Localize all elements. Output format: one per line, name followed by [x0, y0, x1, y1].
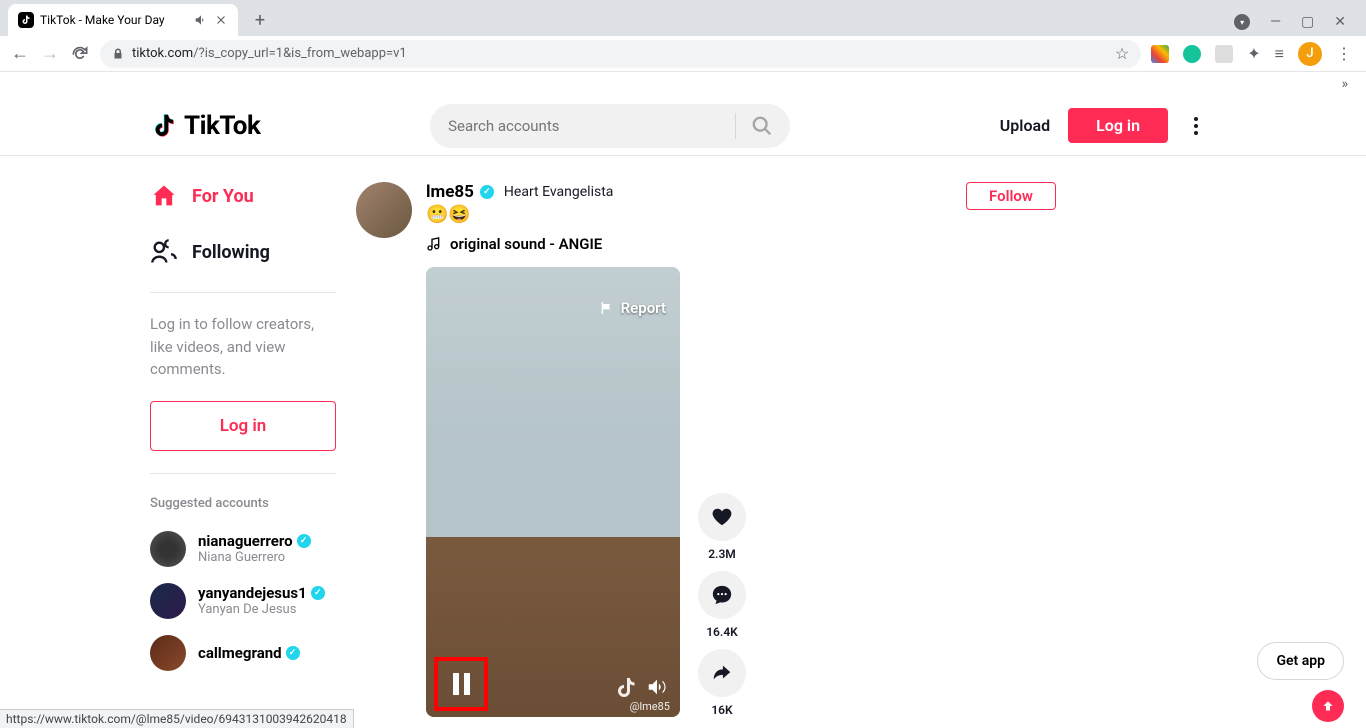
account-username: callmegrand — [198, 644, 282, 662]
tab-title: TikTok - Make Your Day — [40, 13, 188, 27]
bookmark-star-icon[interactable]: ☆ — [1115, 44, 1129, 63]
feed: lme85 Heart Evangelista 😬😆 original soun… — [356, 168, 1366, 717]
address-bar-row: ← → tiktok.com/?is_copy_url=1&is_from_we… — [0, 36, 1366, 72]
share-count: 16K — [698, 703, 746, 717]
arrow-up-icon — [1320, 698, 1336, 714]
avatar — [150, 635, 186, 671]
window-controls: — ▢ ✕ — [1234, 14, 1366, 30]
reload-icon[interactable] — [70, 44, 90, 64]
status-bar: https://www.tiktok.com/@lme85/video/6943… — [0, 709, 354, 728]
tiktok-watermark-icon — [614, 675, 638, 699]
like-button[interactable] — [698, 493, 746, 541]
suggested-account[interactable]: nianaguerrero Niana Guerrero — [150, 523, 336, 575]
nav-for-you-label: For You — [192, 186, 254, 207]
flag-icon — [599, 300, 615, 316]
close-tab-icon[interactable] — [214, 13, 228, 27]
video-player[interactable]: Report @lme85 — [426, 267, 680, 717]
post-sound[interactable]: original sound - ANGIE — [426, 235, 613, 253]
nav-following[interactable]: Following — [150, 224, 336, 280]
extension-icons: ✦ ≡ J ⋮ — [1151, 42, 1352, 66]
pause-button-highlighted[interactable] — [434, 657, 488, 711]
post-author-avatar[interactable] — [356, 182, 412, 238]
bookmarks-overflow-icon[interactable]: » — [1341, 76, 1348, 92]
lock-icon — [112, 48, 124, 60]
like-count: 2.3M — [698, 547, 746, 561]
people-icon — [150, 238, 178, 266]
address-bar[interactable]: tiktok.com/?is_copy_url=1&is_from_webapp… — [100, 40, 1141, 68]
extension-icon-1[interactable] — [1151, 45, 1169, 63]
chrome-menu-icon[interactable]: ⋮ — [1336, 44, 1352, 63]
tiktok-logo-text: TikTok — [184, 111, 260, 141]
extensions-puzzle-icon[interactable]: ✦ — [1247, 44, 1260, 63]
avatar — [150, 583, 186, 619]
forward-button: → — [40, 43, 60, 64]
post-displayname: Heart Evangelista — [504, 184, 613, 200]
verified-icon — [311, 586, 325, 600]
video-post: lme85 Heart Evangelista 😬😆 original soun… — [356, 182, 1056, 717]
account-displayname: Niana Guerrero — [198, 550, 311, 565]
follow-button[interactable]: Follow — [966, 182, 1056, 210]
back-button[interactable]: ← — [10, 43, 30, 64]
tiktok-logo[interactable]: TikTok — [150, 111, 260, 141]
account-username: yanyandejesus1 — [198, 584, 307, 602]
comment-button[interactable] — [698, 571, 746, 619]
comment-count: 16.4K — [698, 625, 746, 639]
search-input[interactable] — [448, 117, 731, 135]
account-username: nianaguerrero — [198, 532, 293, 550]
account-icon[interactable] — [1234, 14, 1250, 30]
suggested-accounts-title: Suggested accounts — [150, 496, 336, 511]
search-button[interactable] — [740, 104, 784, 148]
avatar — [150, 531, 186, 567]
action-rail: 2.3M 16.4K 16K — [698, 493, 746, 717]
login-button-header[interactable]: Log in — [1068, 108, 1168, 143]
pause-icon — [453, 673, 470, 695]
share-button[interactable] — [698, 649, 746, 697]
account-displayname: Yanyan De Jesus — [198, 602, 325, 617]
suggested-account[interactable]: callmegrand — [150, 627, 336, 679]
search-icon — [751, 115, 773, 137]
post-sound-name: original sound - ANGIE — [450, 235, 602, 253]
post-username[interactable]: lme85 — [426, 182, 474, 202]
home-icon — [150, 182, 178, 210]
reading-list-icon[interactable]: ≡ — [1275, 44, 1284, 64]
tiktok-header: TikTok Upload Log in — [0, 96, 1366, 156]
music-note-icon — [426, 236, 442, 252]
tiktok-logo-icon — [150, 111, 180, 141]
maximize-window-icon[interactable]: ▢ — [1301, 14, 1314, 30]
browser-tab-bar: TikTok - Make Your Day + — ▢ ✕ — [0, 0, 1366, 36]
verified-icon — [286, 646, 300, 660]
new-tab-button[interactable]: + — [246, 6, 274, 34]
comment-icon — [711, 584, 733, 606]
heart-icon — [711, 506, 733, 528]
sidebar: For You Following Log in to follow creat… — [0, 168, 356, 717]
close-window-icon[interactable]: ✕ — [1334, 14, 1346, 30]
nav-following-label: Following — [192, 242, 270, 263]
get-app-button[interactable]: Get app — [1257, 642, 1344, 680]
login-button-sidebar[interactable]: Log in — [150, 401, 336, 451]
report-button[interactable]: Report — [599, 299, 666, 317]
login-prompt-text: Log in to follow creators, like videos, … — [150, 313, 336, 381]
tiktok-favicon — [18, 12, 34, 28]
extension-icon-3[interactable] — [1215, 45, 1233, 63]
profile-avatar[interactable]: J — [1298, 42, 1322, 66]
browser-tab[interactable]: TikTok - Make Your Day — [8, 4, 238, 36]
post-caption: 😬😆 — [426, 204, 613, 225]
minimize-window-icon[interactable]: — — [1270, 14, 1281, 30]
scroll-top-button[interactable] — [1312, 690, 1344, 722]
upload-link[interactable]: Upload — [1000, 116, 1050, 135]
nav-for-you[interactable]: For You — [150, 168, 336, 224]
header-menu-icon[interactable] — [1186, 117, 1206, 135]
url-text: tiktok.com/?is_copy_url=1&is_from_webapp… — [132, 46, 407, 61]
suggested-account[interactable]: yanyandejesus1 Yanyan De Jesus — [150, 575, 336, 627]
volume-icon[interactable] — [646, 676, 668, 698]
watermark-username: @lme85 — [630, 700, 670, 713]
search-box — [430, 104, 790, 148]
audio-playing-icon — [194, 13, 208, 27]
verified-icon — [480, 185, 494, 199]
verified-icon — [297, 534, 311, 548]
extension-icon-grammarly[interactable] — [1183, 45, 1201, 63]
share-icon — [711, 662, 733, 684]
